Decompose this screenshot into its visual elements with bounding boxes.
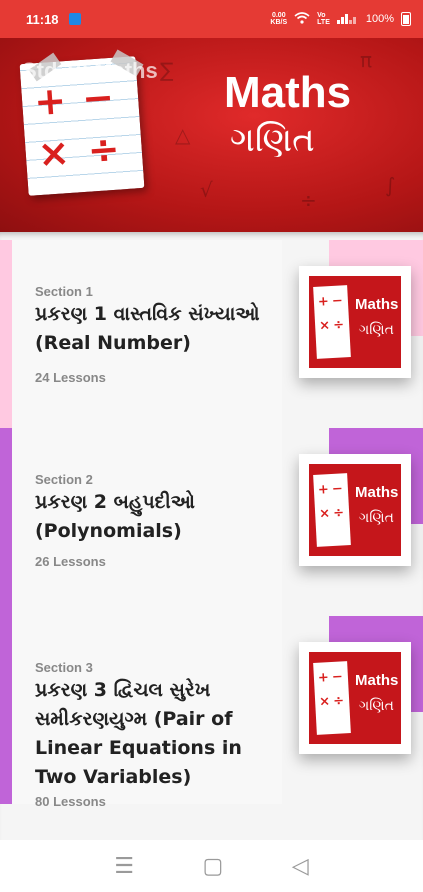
thumb-title-en: Maths: [355, 672, 399, 689]
plus-symbol: +: [317, 670, 330, 686]
banner-title-en: Maths: [224, 68, 352, 117]
battery-icon: [401, 12, 411, 26]
minus-symbol: −: [331, 293, 344, 309]
doodle-icon: ÷: [300, 188, 317, 212]
section-row[interactable]: Section 2 પ્રકરણ 2 બહુપદીઓ (Polynomials)…: [0, 428, 423, 616]
section-title[interactable]: પ્રકરણ 3 દ્વિચલ સુરેખ સમીકરણયુગ્મ (Pair …: [35, 676, 275, 792]
status-time: 11:18: [26, 11, 59, 27]
volte-icon: Vo LTE: [317, 12, 330, 26]
mini-notepad-icon: + − × ÷: [313, 285, 351, 359]
net-speed: 0.00 KB/S: [270, 12, 287, 26]
thumbnail-image: + − × ÷ Maths ગણિત: [309, 276, 401, 368]
section-stripe: [0, 240, 12, 428]
thumb-title-gu: ગણિત: [359, 322, 394, 338]
section-label: Section 2: [35, 472, 93, 487]
thumb-title-en: Maths: [355, 296, 399, 313]
section-title[interactable]: પ્રકરણ 2 બહુપદીઓ (Polynomials): [35, 488, 275, 546]
divide-symbol: ÷: [332, 317, 345, 333]
section-row[interactable]: Section 1 પ્રકરણ 1 વાસ્તવિક સંખ્યાઓ (Rea…: [0, 240, 423, 428]
times-symbol: ×: [318, 318, 331, 334]
app-bar-title[interactable]: Std 10 Maths: [22, 58, 158, 84]
doodle-icon: π: [360, 48, 373, 72]
mini-notepad-icon: + − × ÷: [313, 661, 351, 735]
signal-icon: [336, 12, 359, 27]
doodle-icon: ∫: [385, 173, 396, 197]
plus-symbol: +: [317, 294, 330, 310]
minus-symbol: −: [331, 481, 344, 497]
usb-icon: [68, 13, 81, 25]
section-thumbnail[interactable]: + − × ÷ Maths ગણિત: [299, 642, 411, 754]
section-thumbnail[interactable]: + − × ÷ Maths ગણિત: [299, 266, 411, 378]
doodle-icon: √: [200, 178, 213, 202]
thumbnail-image: + − × ÷ Maths ગણિત: [309, 464, 401, 556]
section-title[interactable]: પ્રકરણ 1 વાસ્તવિક સંખ્યાઓ (Real Number): [35, 300, 275, 358]
header-banner: ∑ √ π ÷ ∫ △ + − × ÷ Std 10 Maths Maths ગ…: [0, 38, 423, 232]
battery-percent: 100%: [365, 13, 394, 25]
doodle-icon: ∑: [160, 58, 174, 82]
section-stripe: [0, 616, 12, 804]
net-speed-unit: KB/S: [270, 19, 288, 26]
back-icon[interactable]: ◁: [292, 854, 309, 879]
section-list[interactable]: Section 1 પ્રકરણ 1 વાસ્તવિક સંખ્યાઓ (Rea…: [0, 232, 423, 840]
mini-notepad-icon: + − × ÷: [313, 473, 351, 547]
section-label: Section 1: [35, 284, 93, 299]
lesson-count: 80 Lessons: [35, 794, 106, 809]
section-stripe: [0, 428, 12, 616]
doodle-icon: △: [175, 123, 191, 147]
section-thumbnail[interactable]: + − × ÷ Maths ગણિત: [299, 454, 411, 566]
banner-title-gu: ગણિત: [230, 120, 315, 160]
plus-symbol: +: [317, 482, 330, 498]
times-symbol: ×: [36, 129, 72, 177]
plus-symbol: +: [32, 78, 68, 125]
thumbnail-image: + − × ÷ Maths ગણિત: [309, 652, 401, 744]
times-symbol: ×: [318, 506, 331, 522]
thumb-title-gu: ગણિત: [359, 510, 394, 526]
divide-symbol: ÷: [86, 126, 122, 173]
net-speed-value: 0.00: [271, 12, 286, 19]
divide-symbol: ÷: [332, 693, 345, 709]
lesson-count: 24 Lessons: [35, 370, 106, 385]
minus-symbol: −: [331, 669, 344, 685]
status-bar: 11:18 0.00 KB/S Vo LTE 100%: [0, 0, 423, 38]
times-symbol: ×: [318, 694, 331, 710]
section-row[interactable]: Section 3 પ્રકરણ 3 દ્વિચલ સુરેખ સમીકરણયુ…: [0, 616, 423, 809]
home-icon[interactable]: ▢: [203, 854, 224, 879]
status-icons: 0.00 KB/S Vo LTE 100%: [270, 11, 411, 27]
lesson-count: 26 Lessons: [35, 554, 106, 569]
system-nav-bar: ☰ ▢ ◁: [0, 840, 423, 892]
divide-symbol: ÷: [332, 505, 345, 521]
menu-icon[interactable]: ☰: [114, 854, 134, 879]
section-label: Section 3: [35, 660, 93, 675]
thumb-title-en: Maths: [355, 484, 399, 501]
thumb-title-gu: ગણિત: [359, 698, 394, 714]
wifi-icon: [294, 11, 310, 27]
